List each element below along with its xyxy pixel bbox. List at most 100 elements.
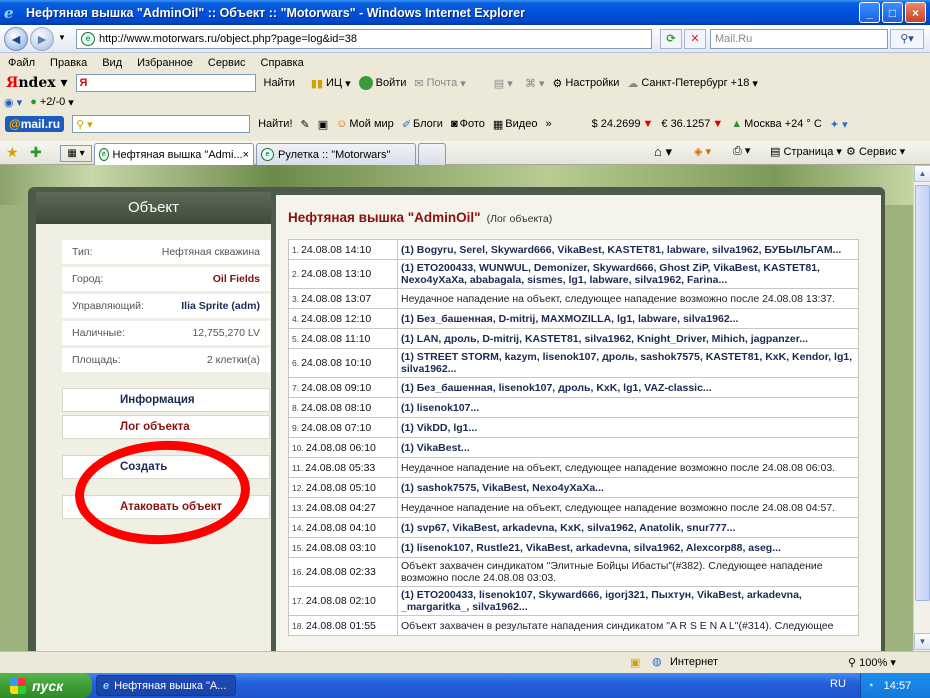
tab-close-icon[interactable]: ×	[243, 149, 249, 161]
menu-info-button[interactable]: Информация	[62, 388, 270, 412]
favorites-star-icon[interactable]: ★	[6, 144, 19, 161]
zoom-control[interactable]: ⚲ 100% ▾	[848, 656, 896, 669]
print-icon[interactable]: ⎙ ▾	[733, 144, 750, 158]
log-event[interactable]: (1) Без_башенная, D-mitrij, MAXMOZILLA, …	[397, 308, 859, 329]
menu-create-button[interactable]: Создать	[62, 455, 270, 479]
quick-tabs-icon[interactable]: ▦ ▾	[60, 145, 92, 162]
log-number: 3.	[292, 293, 300, 304]
page-menu[interactable]: ▤ Страница ▾	[770, 145, 842, 158]
video-button[interactable]: ▦ Видео	[493, 118, 538, 131]
log-number: 13.	[292, 502, 304, 513]
address-input[interactable]: e http://www.motorwars.ru/object.php?pag…	[76, 29, 652, 49]
minimize-button[interactable]: _	[859, 2, 880, 23]
photo-button[interactable]: ◙ Фото	[451, 118, 485, 130]
window-icon[interactable]: ▣	[318, 118, 328, 131]
scroll-down-button[interactable]: ▼	[914, 633, 930, 650]
menu-favorites[interactable]: Избранное	[137, 57, 193, 69]
log-datetime: 24.08.08 13:07	[301, 292, 372, 305]
page-icon: ▤	[770, 146, 781, 158]
log-event[interactable]: (1) LAN, дроль, D-mitrij, KASTET81, silv…	[397, 328, 859, 349]
yandex-mail-button[interactable]: ✉ Почта ▾	[414, 77, 465, 90]
yandex-login-button[interactable]: Войти	[358, 76, 406, 90]
add-favorite-icon[interactable]: ✚	[30, 144, 42, 161]
yandex-tools-icon[interactable]: ▤ ▾ ⌘ ▾	[494, 77, 545, 90]
log-datetime: 24.08.08 01:55	[305, 619, 376, 632]
menu-help[interactable]: Справка	[261, 57, 304, 69]
scroll-thumb[interactable]	[915, 185, 930, 601]
moi-mir-button[interactable]: ☺ Мой мир	[336, 118, 394, 130]
vertical-scrollbar[interactable]: ▲ ▼	[913, 165, 930, 651]
forward-button[interactable]: ►	[30, 27, 54, 51]
yandex-weather[interactable]: ☁ Санкт-Петербург +18 ▾	[627, 77, 758, 90]
close-button[interactable]: ×	[905, 2, 926, 23]
site-favicon-icon: e	[81, 32, 95, 46]
menu-file[interactable]: Файл	[8, 57, 35, 69]
yandex-search-input[interactable]: Я	[75, 74, 256, 92]
log-event[interactable]: (1) VikDD, lg1...	[397, 417, 859, 438]
yandex-ic-button[interactable]: ▮▮ ИЦ ▾	[311, 77, 351, 90]
window-titlebar[interactable]: e Нефтяная вышка "AdminOil" :: Объект ::…	[0, 0, 930, 25]
language-indicator[interactable]: RU	[830, 678, 846, 690]
pen-icon[interactable]: ✎	[301, 118, 310, 131]
menu-attack-button[interactable]: Атаковать объект	[62, 495, 270, 519]
log-event[interactable]: (1) VikaBest...	[397, 437, 859, 458]
clock: 14:57	[883, 679, 912, 692]
yandex-find-button[interactable]: Найти	[264, 77, 295, 89]
city-link[interactable]: Oil Fields	[213, 273, 260, 285]
bar-chart-icon: ▮▮	[310, 77, 323, 90]
log-event[interactable]: (1) lisenok107, Rustle21, VikaBest, arka…	[397, 537, 859, 558]
tab-roulette[interactable]: e Рулетка :: "Motorwars"	[256, 143, 416, 165]
log-datetime: 24.08.08 14:10	[301, 243, 372, 256]
log-event[interactable]: (1) Без_башенная, lisenok107, дроль, KxK…	[397, 377, 859, 398]
mailru-settings-icon[interactable]: ✦ ▾	[830, 118, 848, 131]
yandex-logo[interactable]: Яndex ▾	[6, 75, 68, 91]
mailru-find-button[interactable]: Найти!	[258, 118, 292, 130]
feeds-icon[interactable]: ◈ ▾	[694, 145, 711, 158]
log-event[interactable]: (1) ETO200433, lisenok107, Skyward666, i…	[397, 586, 859, 616]
log-event[interactable]: (1) sashok7575, VikaBest, Nexo4yXaXa...	[397, 477, 859, 498]
search-button[interactable]: ⚲▾	[890, 29, 924, 49]
log-date: 14. 24.08.08 04:10	[288, 517, 398, 538]
info-row-area: Площадь: 2 клетки(а)	[62, 348, 270, 372]
back-button[interactable]: ◄	[4, 27, 28, 51]
mailru-search-input[interactable]: ⚲ ▾	[72, 115, 251, 133]
log-number: 17.	[292, 596, 304, 606]
log-event[interactable]: (1) STREET STORM, kazym, lisenok107, дро…	[397, 348, 859, 378]
maximize-button[interactable]: □	[882, 2, 903, 23]
log-event: Неудачное нападение на объект, следующее…	[397, 497, 859, 518]
refresh-button[interactable]: ⟳	[660, 29, 682, 49]
menu-tools[interactable]: Сервис	[208, 57, 246, 69]
log-event[interactable]: (1) Bogyru, Serel, Skyward666, VikaBest,…	[397, 239, 859, 260]
log-event[interactable]: (1) ETO200433, WUNWUL, Demonizer, Skywar…	[397, 259, 859, 289]
tab-oil-tower[interactable]: e Нефтяная вышка "Admi... ×	[94, 143, 254, 165]
counter-value[interactable]: ● +2/-0 ▾	[30, 96, 74, 109]
start-button[interactable]: пуск	[0, 673, 92, 698]
tools-menu[interactable]: ⚙ Сервис ▾	[846, 145, 905, 158]
blogs-button[interactable]: ✐ Блоги	[402, 118, 443, 131]
scroll-up-button[interactable]: ▲	[914, 165, 930, 182]
tray-icon[interactable]: ◔	[867, 680, 874, 692]
manager-link[interactable]: Ilia Sprite (adm)	[181, 300, 260, 312]
taskbar-item-ie[interactable]: e Нефтяная вышка "A...	[96, 675, 236, 696]
more-chevron[interactable]: »	[545, 118, 551, 130]
blogs-icon: ✐	[401, 118, 412, 131]
menu-edit[interactable]: Правка	[50, 57, 87, 69]
yandex-settings-button[interactable]: ⚙ Настройки	[553, 77, 620, 90]
search-input[interactable]: Mail.Ru	[710, 29, 888, 49]
popup-blocker-icon[interactable]: ▣	[630, 656, 640, 669]
log-event[interactable]: (1) lisenok107...	[397, 397, 859, 418]
menu-log-button[interactable]: Лог объекта	[62, 415, 270, 439]
eur-rate[interactable]: € 36.1257 ▼	[661, 118, 723, 130]
history-dropdown-icon[interactable]: ▼	[58, 33, 66, 42]
menu-view[interactable]: Вид	[102, 57, 122, 69]
stop-button[interactable]: ✕	[684, 29, 706, 49]
mailru-logo[interactable]: @ mail.ru	[5, 116, 65, 132]
log-datetime: 24.08.08 04:27	[305, 501, 376, 514]
log-row: 14. 24.08.08 04:10 (1) svp67, VikaBest, ar…	[288, 517, 859, 538]
log-event[interactable]: (1) svp67, VikaBest, arkadevna, KxK, sil…	[397, 517, 859, 538]
usd-rate[interactable]: $ 24.2699 ▼	[592, 118, 654, 130]
mailru-weather[interactable]: ▲ Москва +24 ° C	[731, 118, 822, 130]
new-tab-button[interactable]	[418, 143, 446, 165]
home-icon[interactable]: ⌂ ▾	[654, 144, 672, 160]
counter-toolbar-icon[interactable]: ◉ ▾	[4, 96, 22, 109]
